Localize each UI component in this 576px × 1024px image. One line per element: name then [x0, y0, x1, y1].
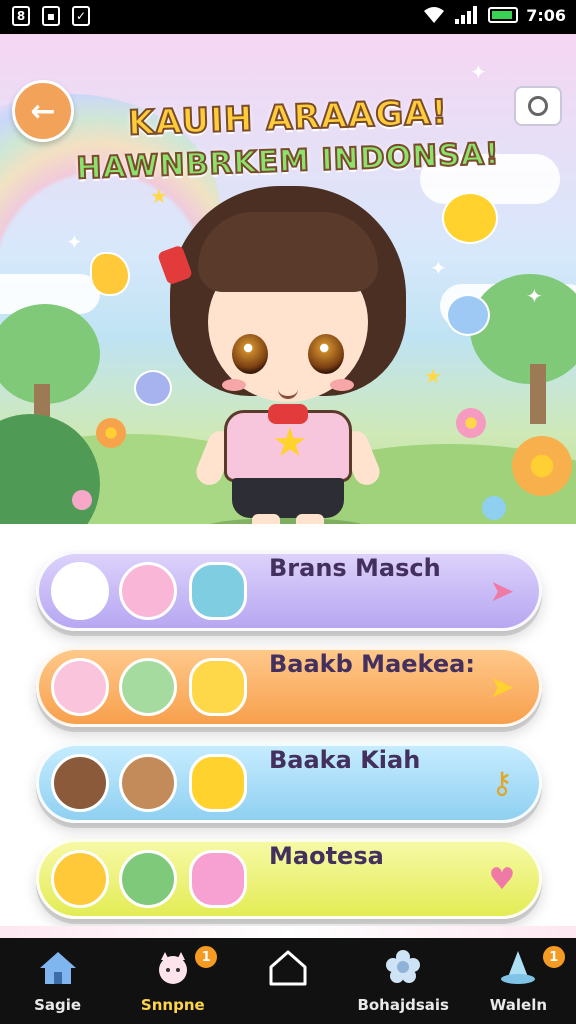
status-bar: 8 ▪ ✓ 7:06	[0, 0, 576, 34]
menu-item-label: Baaka Kiah	[269, 746, 421, 774]
blue-ghost-critter	[446, 294, 490, 336]
chevron-right-icon: ➤	[489, 669, 515, 705]
flower-decoration	[96, 418, 126, 448]
character-avatar	[119, 562, 177, 620]
cat-avatar	[189, 658, 247, 716]
nav-item-pets[interactable]: 1 Snnpne	[115, 938, 230, 1024]
sparkle-icon: ✦	[470, 60, 487, 84]
battery-icon	[488, 7, 519, 23]
arrow-left-icon: ←	[30, 93, 56, 129]
camera-icon	[528, 96, 548, 116]
character-avatar	[119, 754, 177, 812]
house-outline-icon	[267, 948, 309, 988]
status-time: 7:06	[526, 5, 566, 25]
nav-label: Waleln	[489, 996, 548, 1014]
menu-item-label: Baakb Maekea:	[269, 650, 475, 678]
character-blush	[222, 379, 246, 391]
notification-badge: 1	[193, 944, 220, 970]
status-right: 7:06	[422, 5, 566, 25]
pig-avatar	[189, 850, 247, 908]
sparkle-icon: ✦	[526, 284, 543, 308]
character-avatar	[119, 850, 177, 908]
dog-avatar	[51, 850, 109, 908]
bottom-decoration	[0, 926, 576, 938]
nav-label: Sagie	[34, 996, 82, 1014]
character-avatar	[119, 658, 177, 716]
home-icon	[37, 948, 79, 988]
character-eye	[308, 334, 344, 374]
back-button[interactable]: ←	[12, 80, 74, 142]
signal-icon	[455, 6, 478, 24]
hat-icon	[497, 948, 539, 988]
menu-item-label: Maotesa	[269, 842, 384, 870]
star-icon: ★	[272, 420, 308, 466]
yellow-blob-critter	[442, 192, 498, 244]
ghost-avatar	[51, 562, 109, 620]
flower-icon	[382, 948, 424, 988]
menu-item-3[interactable]: Baaka Kiah ⚷	[36, 743, 542, 823]
sparkle-icon: ✦	[430, 256, 447, 280]
chevron-right-icon: ➤	[489, 573, 515, 609]
character-skirt	[232, 478, 344, 518]
menu-item-4[interactable]: Maotesa ♥	[36, 839, 542, 919]
flower-decoration	[482, 496, 506, 520]
menu-item-1[interactable]: Brans Masch ➤	[36, 551, 542, 631]
menu-item-label: Brans Masch	[269, 554, 441, 582]
menu-item-2[interactable]: Baakb Maekea: ➤	[36, 647, 542, 727]
screenshot-icon: ▪	[42, 6, 60, 26]
tree-trunk	[530, 364, 546, 424]
yellow-bird-critter	[90, 252, 130, 296]
cat-avatar	[189, 562, 247, 620]
nav-item-home[interactable]: Sagie	[0, 938, 115, 1024]
nav-item-wardrobe[interactable]: 1 Waleln	[461, 938, 576, 1024]
character-leg	[252, 514, 280, 524]
nav-item-garden[interactable]: Bohajdsais	[346, 938, 461, 1024]
tree-decoration	[0, 304, 100, 404]
bottom-nav: Sagie 1 Snnpne Bohajdsais 1 Waleln	[0, 938, 576, 1024]
clipboard-icon: ✓	[72, 6, 90, 26]
character-eye	[232, 334, 268, 374]
nav-label: Snnpne	[140, 996, 205, 1014]
sparkle-icon: ★	[150, 184, 168, 208]
status-icons: 8 ▪ ✓	[12, 6, 90, 26]
tree-decoration	[470, 274, 576, 384]
wifi-icon	[424, 7, 445, 23]
character-bangs	[198, 212, 378, 292]
camera-button[interactable]	[514, 86, 562, 126]
sparkle-icon: ✦	[66, 230, 83, 254]
character-leg	[296, 514, 324, 524]
mascot-character: ★	[156, 184, 408, 524]
sparkle-icon: ★	[424, 364, 442, 388]
character-avatar	[51, 754, 109, 812]
flower-decoration	[512, 436, 572, 496]
notification-badge: 1	[540, 944, 567, 970]
flower-decoration	[72, 490, 92, 510]
lavender-critter	[134, 370, 172, 406]
cat-icon	[152, 948, 194, 988]
pig-avatar	[51, 658, 109, 716]
hero-banner: ✦ ★ ✦ ✦ ★ ✦ ★ KAUIH ARAAGA! HAWNBRKEM IN…	[0, 34, 576, 524]
sim-card-icon: 8	[12, 6, 30, 26]
nav-label: Bohajdsais	[357, 996, 449, 1014]
cat-avatar	[189, 754, 247, 812]
character-blush	[330, 379, 354, 391]
flower-decoration	[456, 408, 486, 438]
heart-icon: ♥	[488, 861, 516, 897]
key-icon: ⚷	[491, 765, 513, 801]
nav-item-center[interactable]	[230, 938, 345, 1024]
